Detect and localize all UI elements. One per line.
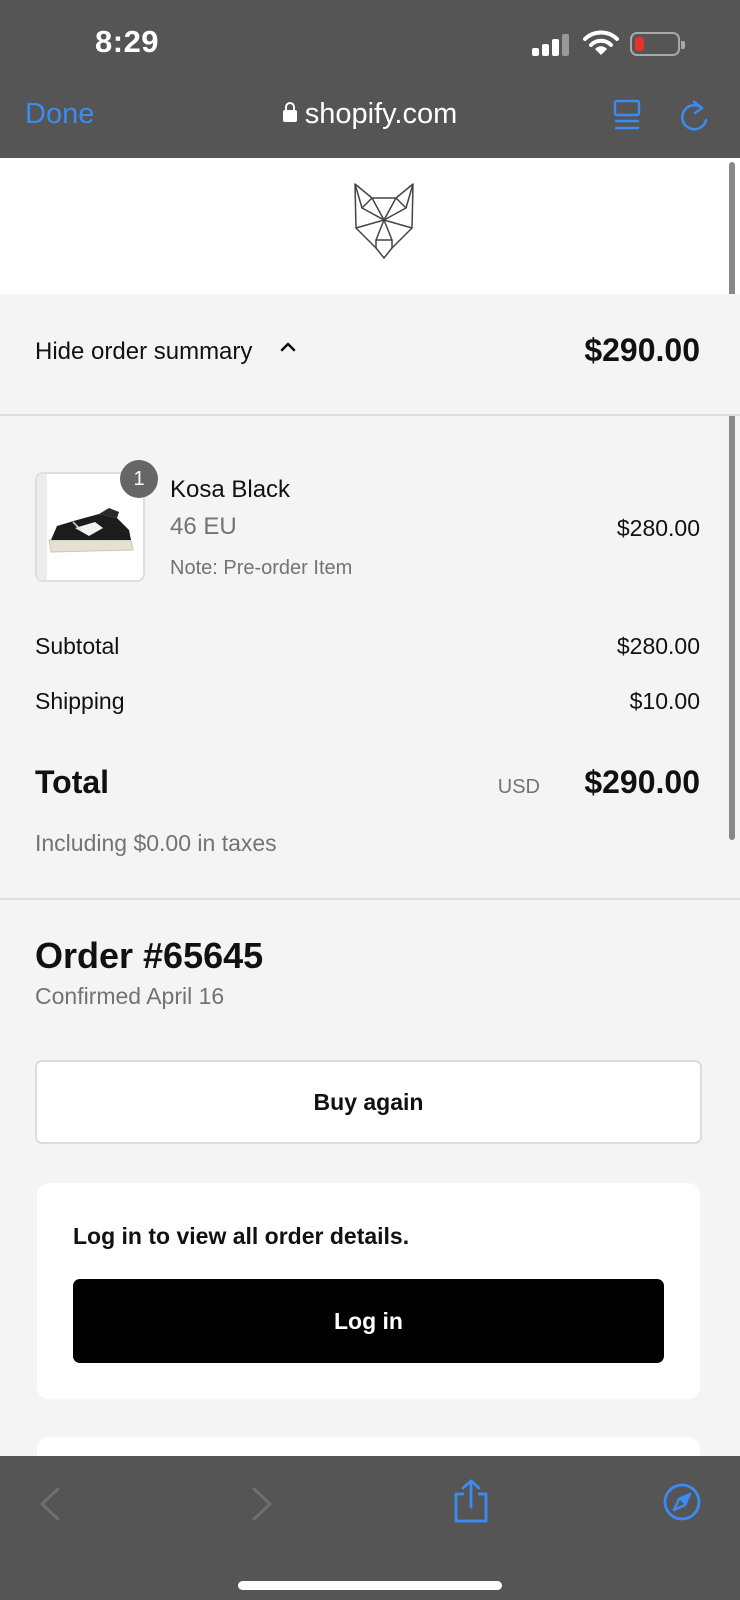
forward-arrow-icon[interactable] [250, 1486, 274, 1522]
total-value: $290.00 [584, 764, 700, 800]
wifi-icon [583, 30, 619, 55]
store-header [0, 158, 740, 294]
total-currency: USD [497, 776, 540, 798]
share-icon[interactable] [452, 1478, 490, 1524]
browser-toolbar [0, 1456, 740, 1600]
battery-icon [630, 32, 685, 56]
status-time: 8:29 [95, 24, 160, 59]
reader-mode-icon[interactable] [612, 98, 642, 132]
status-bar: 8:29 [0, 0, 740, 88]
login-prompt: Log in to view all order details. [73, 1223, 410, 1249]
product-note: Note: Pre-order Item [170, 557, 353, 579]
product-name: Kosa Black [170, 476, 291, 503]
total-label: Total [35, 764, 110, 800]
login-button[interactable]: Log in [73, 1279, 664, 1363]
home-indicator[interactable] [238, 1581, 502, 1590]
order-summary-toggle-label[interactable]: Hide order summary [35, 338, 252, 366]
quantity-badge: 1 [120, 460, 158, 498]
login-card: Log in to view all order details. Log in [37, 1183, 700, 1399]
shipping-value: $10.00 [629, 688, 700, 714]
compass-icon[interactable] [662, 1482, 702, 1522]
url-text: shopify.com [304, 98, 458, 130]
product-price: $280.00 [616, 515, 700, 541]
subtotal-value: $280.00 [616, 633, 700, 659]
order-confirmed-date: Confirmed April 16 [35, 983, 225, 1009]
section-divider [0, 898, 740, 900]
browser-navbar: Done shopify.com [0, 88, 740, 158]
order-number: Order #65645 [35, 935, 264, 976]
buy-again-button[interactable]: Buy again [35, 1060, 702, 1144]
order-summary-toggle[interactable]: Hide order summary $290.00 [0, 294, 740, 416]
taxes-note: Including $0.00 in taxes [35, 830, 277, 856]
product-variant: 46 EU [170, 513, 237, 540]
reload-icon[interactable] [678, 98, 710, 134]
page-scrollbar[interactable] [729, 162, 735, 840]
order-summary-total: $290.00 [584, 332, 700, 368]
lock-icon [282, 102, 297, 122]
cellular-signal-icon [532, 32, 572, 56]
chevron-up-icon[interactable] [280, 340, 296, 352]
subtotal-label: Subtotal [35, 633, 120, 659]
wolf-logo[interactable] [352, 182, 416, 262]
back-arrow-icon[interactable] [38, 1486, 62, 1522]
shipping-label: Shipping [35, 688, 125, 714]
